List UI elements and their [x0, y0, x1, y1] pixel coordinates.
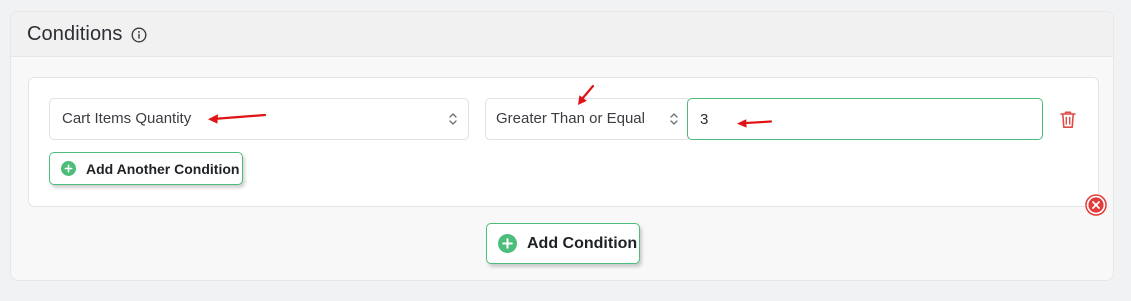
annotation-arrow-icon	[208, 113, 267, 124]
info-circle-icon[interactable]	[131, 27, 147, 43]
condition-group: Cart Items Quantity Greater Than or Equa…	[28, 77, 1099, 207]
annotation-arrow-icon	[737, 119, 773, 128]
add-condition-button[interactable]: Add Condition	[486, 223, 640, 264]
add-another-condition-button[interactable]: Add Another Condition	[49, 152, 243, 185]
panel-header: Conditions	[11, 12, 1113, 57]
add-another-condition-label: Add Another Condition	[86, 160, 240, 177]
panel-title: Conditions	[27, 23, 123, 45]
chevron-up-down-icon	[449, 113, 457, 125]
chevron-up-down-icon	[670, 113, 678, 125]
annotation-arrow-icon	[578, 84, 595, 105]
plus-circle-icon	[61, 161, 76, 176]
close-circle-icon[interactable]	[1085, 194, 1107, 216]
plus-circle-icon	[498, 234, 517, 253]
add-condition-label: Add Condition	[527, 234, 638, 252]
trash-icon[interactable]	[1059, 110, 1077, 129]
condition-field-value: Cart Items Quantity	[62, 110, 192, 127]
condition-operator-value: Greater Than or Equal	[496, 110, 645, 127]
conditions-panel: Conditions Cart Items Quantity Greater T…	[10, 11, 1114, 281]
